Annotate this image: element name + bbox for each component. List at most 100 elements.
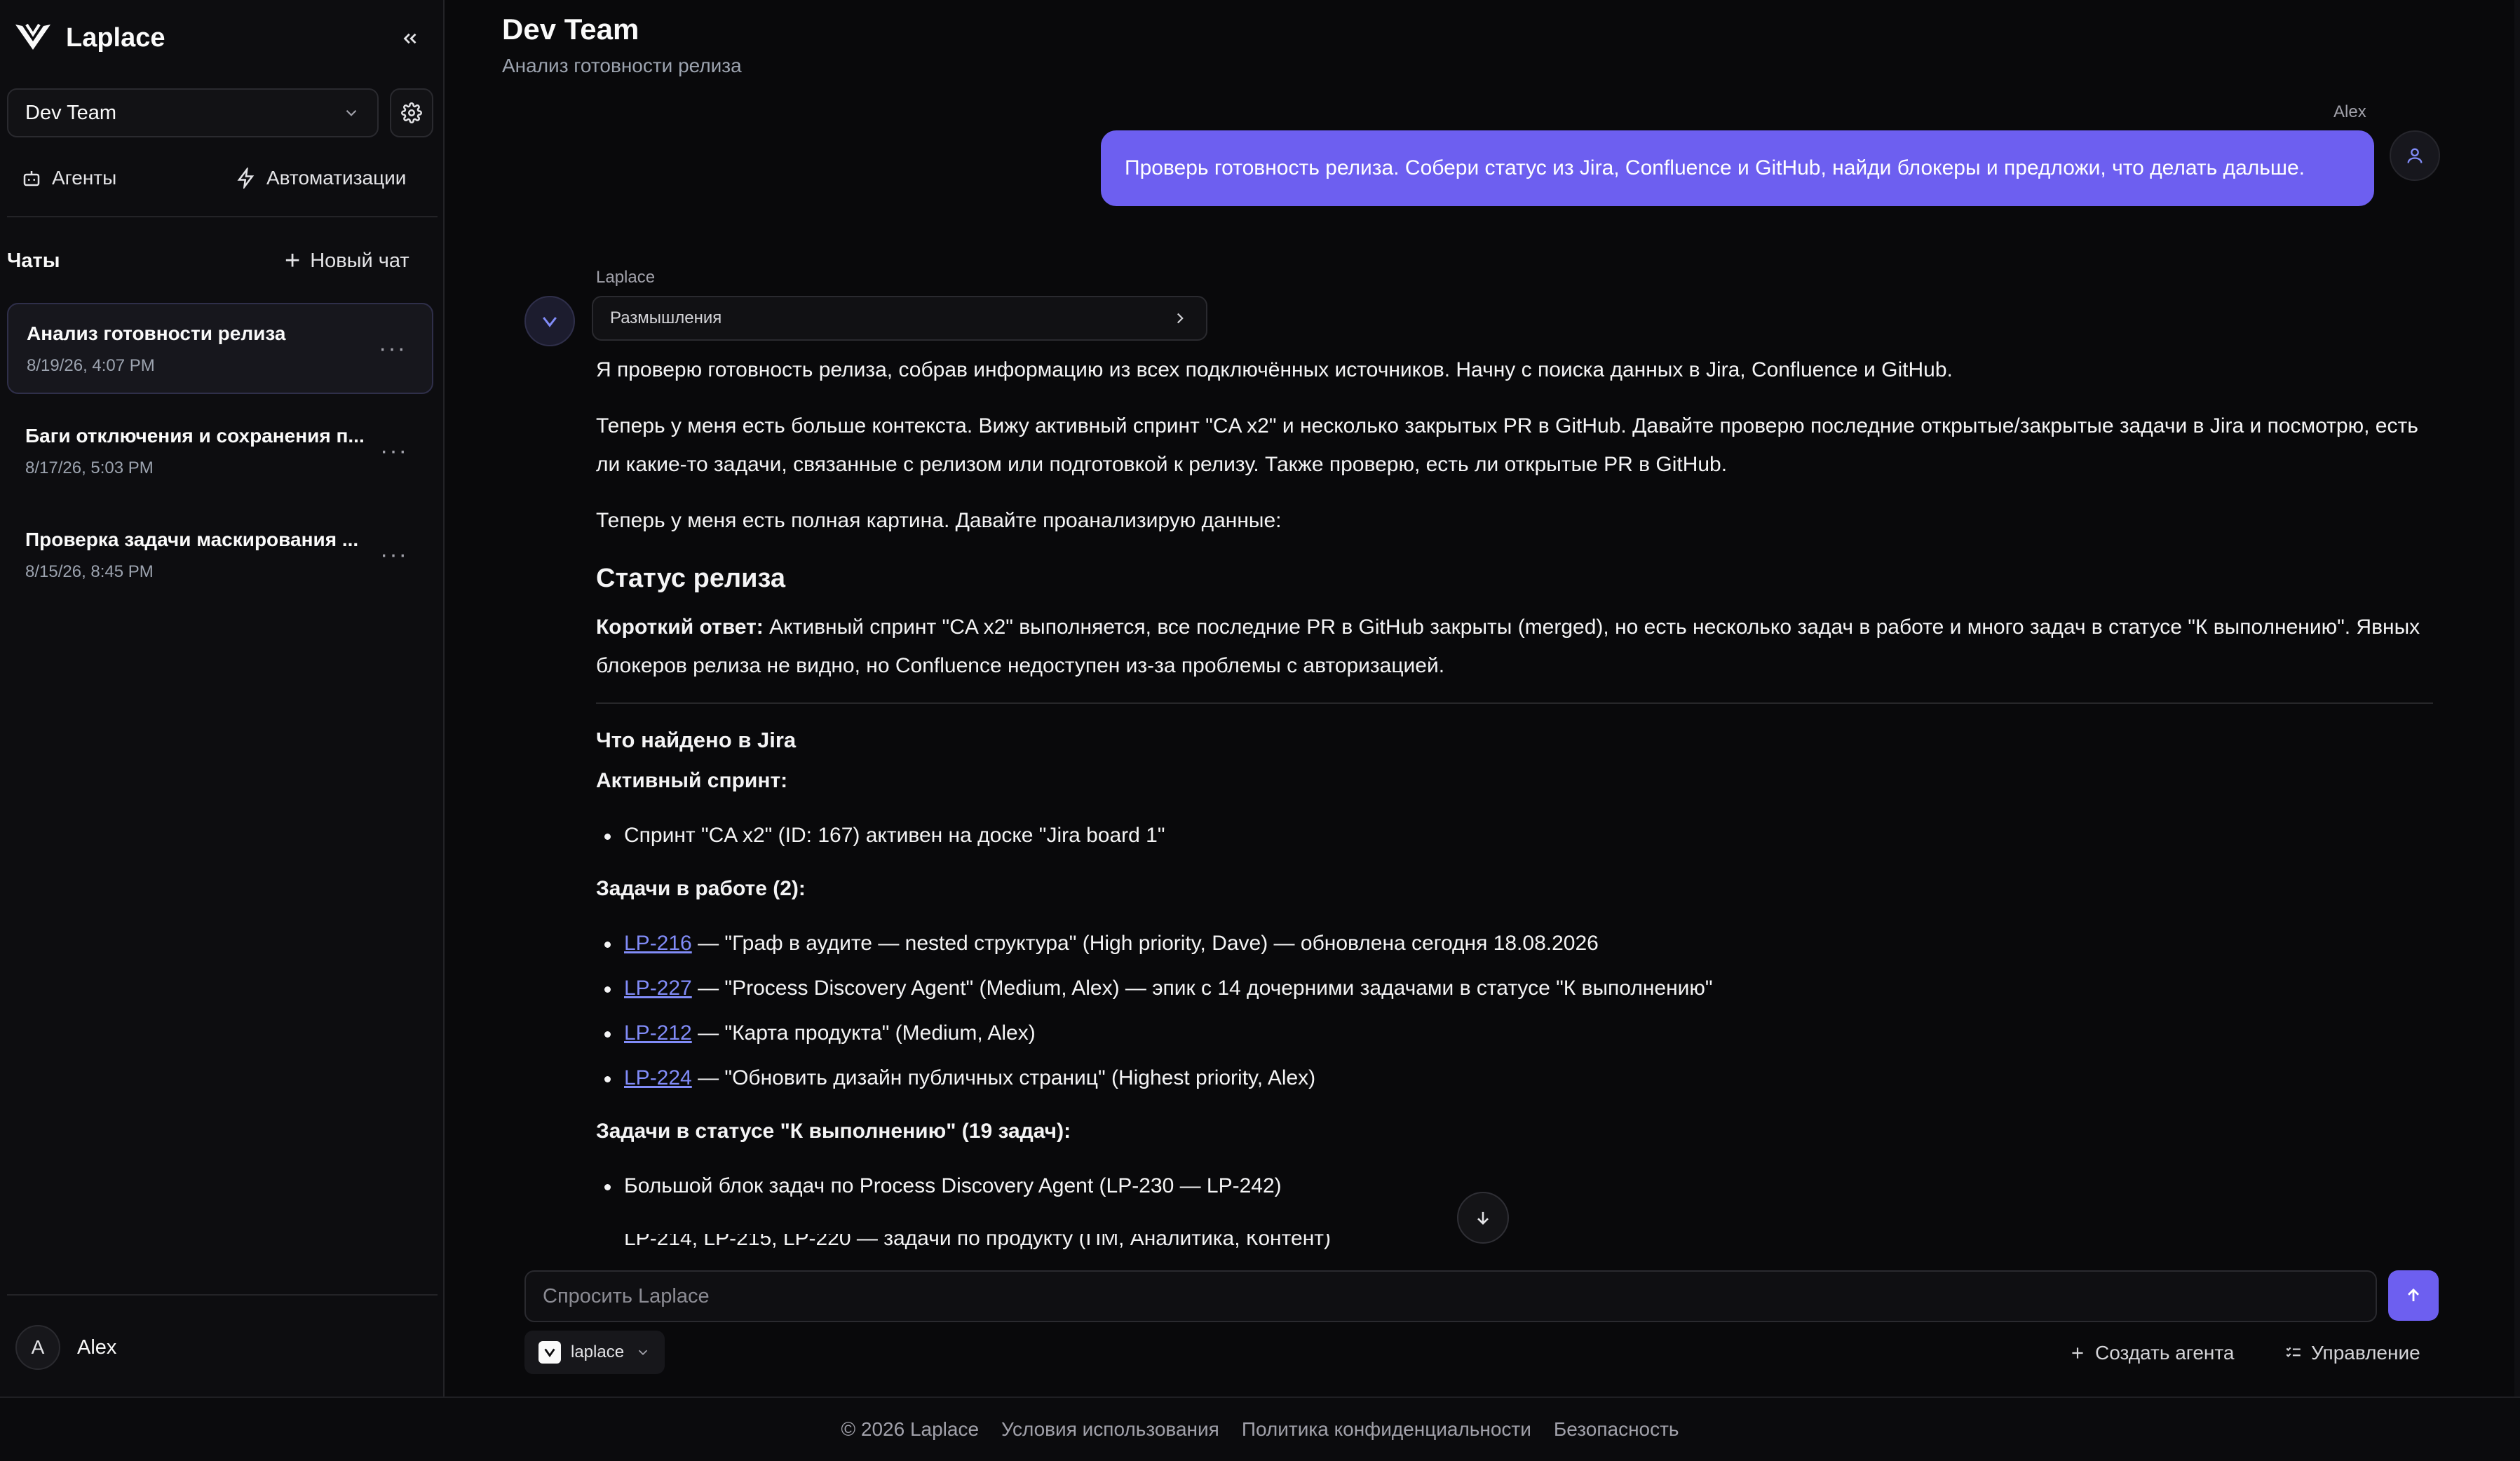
user-profile[interactable]: A Alex	[15, 1325, 116, 1370]
message-divider	[596, 702, 2433, 704]
sidebar-divider	[7, 216, 438, 217]
jira-issue-link[interactable]: LP-212	[624, 1021, 692, 1045]
send-button[interactable]	[2388, 1270, 2439, 1321]
page-title: Dev Team	[502, 13, 639, 46]
collapse-sidebar-button[interactable]	[393, 21, 428, 56]
issue-text: — "Карта продукта" (Medium, Alex)	[691, 1021, 1036, 1045]
brand[interactable]: Laplace	[13, 17, 165, 59]
more-options-icon[interactable]: ···	[380, 541, 408, 569]
arrow-down-icon	[1477, 1211, 1489, 1225]
chat-item[interactable]: Проверка задачи маскирования ... 8/15/26…	[7, 510, 433, 602]
section-heading-status: Статус релиза	[596, 564, 785, 593]
jira-issue-link[interactable]: LP-216	[624, 932, 692, 955]
laplace-logo-icon	[543, 317, 557, 327]
footer-privacy-link[interactable]: Политика конфиденциальности	[1242, 1418, 1531, 1441]
issue-text: — "Process Discovery Agent" (Medium, Ale…	[691, 977, 1713, 1000]
user-message-author: Alex	[2333, 102, 2366, 121]
model-select[interactable]: laplace	[524, 1331, 665, 1374]
chat-item[interactable]: Баги отключения и сохранения п... 8/17/2…	[7, 407, 433, 498]
user-name: Alex	[77, 1336, 117, 1359]
chat-item[interactable]: Анализ готовности релиза 8/19/26, 4:07 P…	[7, 303, 433, 394]
chevron-down-icon	[638, 1350, 648, 1356]
more-options-icon[interactable]: ···	[379, 335, 407, 362]
clipped-list-item: LP-214, LP-215, LP-220 — задачи по проду…	[596, 1234, 2433, 1252]
chat-date: 8/19/26, 4:07 PM	[27, 356, 155, 375]
gear-icon	[401, 102, 422, 123]
chat-title: Баги отключения и сохранения п...	[25, 425, 365, 447]
in-progress-label: Задачи в работе (2):	[596, 877, 806, 900]
new-chat-label: Новый чат	[310, 249, 409, 272]
user-message: Проверь готовность релиза. Собери статус…	[1101, 130, 2374, 206]
lightning-icon	[237, 168, 255, 189]
todo-list: Большой блок задач по Process Discovery …	[596, 1164, 2433, 1209]
short-answer-label: Короткий ответ:	[596, 616, 764, 639]
chats-heading: Чаты	[7, 250, 60, 272]
list-item: Спринт "CA x2" (ID: 167) активен на доск…	[596, 813, 2433, 858]
team-settings-button[interactable]	[390, 88, 433, 137]
thinking-toggle[interactable]: Размышления	[592, 296, 1207, 341]
chat-input-box[interactable]	[524, 1270, 2377, 1322]
team-select[interactable]: Dev Team	[7, 88, 379, 137]
arrow-up-icon	[2408, 1288, 2419, 1302]
manage-label: Управление	[2311, 1342, 2420, 1364]
jira-issue-link[interactable]: LP-224	[624, 1066, 692, 1089]
sidebar-divider	[7, 1294, 438, 1296]
chevrons-left-icon	[403, 33, 416, 44]
list-item: Большой блок задач по Process Discovery …	[596, 1164, 2433, 1209]
footer-security-link[interactable]: Безопасность	[1554, 1418, 1679, 1441]
short-answer-text: Активный спринт "CA x2" выполняется, все…	[596, 616, 2420, 677]
user-icon	[2407, 148, 2423, 163]
issue-text: — "Граф в аудите — nested структура" (Hi…	[691, 932, 1599, 955]
scrollbar[interactable]	[2514, 0, 2520, 1397]
brand-name: Laplace	[66, 22, 165, 53]
plus-icon	[2072, 1347, 2083, 1359]
message-paragraph: Теперь у меня есть полная картина. Давай…	[596, 509, 1282, 532]
bot-message: Я проверю готовность релиза, собрав инфо…	[596, 351, 2433, 1220]
list-item: LP-212 — "Карта продукта" (Medium, Alex)	[596, 1011, 2433, 1056]
in-progress-list: LP-216 — "Граф в аудите — nested структу…	[596, 921, 2433, 1101]
bot-message-author: Laplace	[596, 268, 656, 287]
model-select-value: laplace	[571, 1343, 625, 1361]
chat-date: 8/17/26, 5:03 PM	[25, 458, 154, 477]
footer-terms-link[interactable]: Условия использования	[1001, 1418, 1219, 1441]
chat-input[interactable]	[543, 1284, 2359, 1308]
short-answer: Короткий ответ: Активный спринт "CA x2" …	[596, 608, 2433, 685]
plus-icon: +	[285, 246, 301, 276]
main-panel: Dev Team Анализ готовности релиза Alex П…	[446, 0, 2520, 1397]
bot-avatar	[524, 296, 575, 346]
list-check-icon	[2286, 1347, 2301, 1357]
manage-button[interactable]: Управление	[2284, 1338, 2420, 1368]
team-select-value: Dev Team	[25, 101, 117, 124]
list-item: LP-227 — "Process Discovery Agent" (Medi…	[596, 966, 2433, 1011]
list-item: LP-216 — "Граф в аудите — nested структу…	[596, 921, 2433, 966]
laplace-logo-icon	[538, 1341, 561, 1364]
page-subtitle: Анализ готовности релиза	[502, 55, 742, 76]
chat-title: Проверка задачи маскирования ...	[25, 529, 359, 550]
chat-date: 8/15/26, 8:45 PM	[25, 562, 154, 581]
list-item: LP-224 — "Обновить дизайн публичных стра…	[596, 1056, 2433, 1101]
jira-issue-link[interactable]: LP-227	[624, 977, 692, 1000]
bot-icon	[23, 171, 40, 186]
message-paragraph: Я проверю готовность релиза, собрав инфо…	[596, 358, 1953, 381]
footer-copyright: © 2026 Laplace	[841, 1418, 980, 1440]
create-agent-button[interactable]: Создать агента	[2068, 1338, 2234, 1368]
nav-agents-label: Агенты	[52, 167, 117, 189]
new-chat-button[interactable]: + Новый чат	[285, 247, 409, 275]
active-sprint-label: Активный спринт:	[596, 769, 788, 792]
thinking-label: Размышления	[610, 308, 722, 327]
sprint-list: Спринт "CA x2" (ID: 167) активен на доск…	[596, 813, 2433, 858]
chat-title: Анализ готовности релиза	[27, 322, 286, 344]
issue-text: — "Обновить дизайн публичных страниц" (H…	[691, 1066, 1316, 1089]
section-heading-jira: Что найдено в Jira	[596, 728, 797, 752]
nav-automations-label: Автоматизации	[266, 167, 407, 189]
more-options-icon[interactable]: ···	[380, 437, 408, 465]
footer: © 2026 Laplace Условия использования Пол…	[0, 1397, 2520, 1461]
user-avatar	[2390, 130, 2440, 181]
avatar: A	[15, 1325, 60, 1370]
message-paragraph: Теперь у меня есть больше контекста. Виж…	[596, 414, 2418, 476]
nav-agents[interactable]: Агенты	[21, 161, 116, 195]
scroll-to-bottom-button[interactable]	[1457, 1192, 1509, 1244]
sidebar: Laplace Dev Team Агенты Автоматизации Ча…	[0, 0, 445, 1397]
nav-automations[interactable]: Автоматизации	[236, 161, 406, 195]
create-agent-label: Создать агента	[2095, 1342, 2235, 1364]
